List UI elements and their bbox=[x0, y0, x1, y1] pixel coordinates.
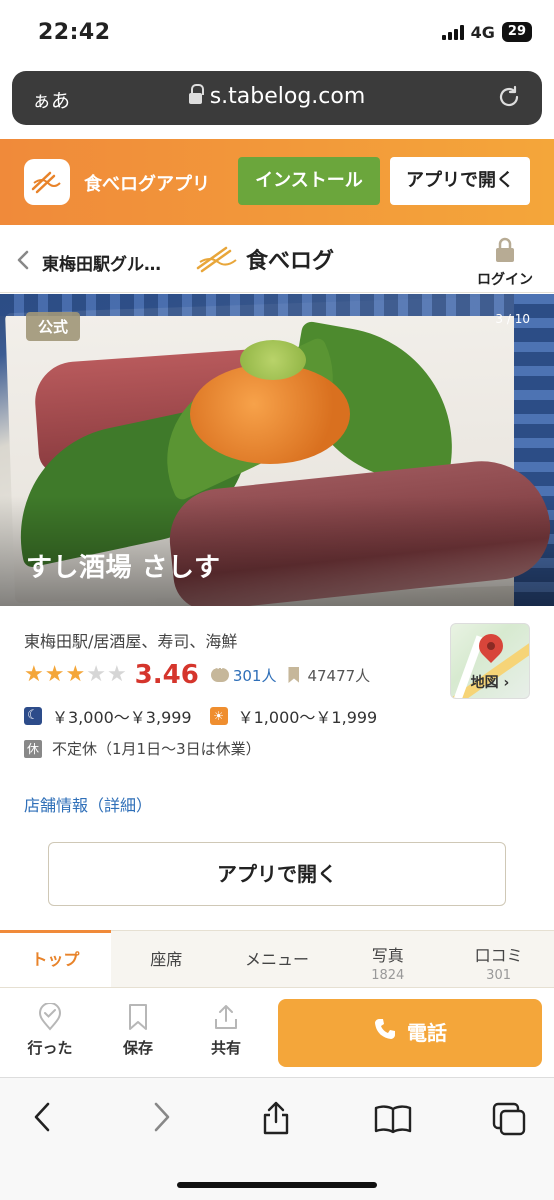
call-label: 電話 bbox=[407, 1021, 447, 1045]
map-pin-icon bbox=[474, 629, 508, 663]
tab-menu[interactable]: メニュー bbox=[222, 931, 333, 987]
dinner-price: ￥3,000～￥3,999 bbox=[52, 708, 192, 727]
lock-icon bbox=[496, 237, 514, 262]
star-icon: ★ bbox=[44, 662, 65, 687]
star-rating: ★ ★ ★ ★ ★ bbox=[24, 664, 127, 686]
star-icon: ★ bbox=[86, 662, 106, 687]
rating-score: 3.46 bbox=[134, 660, 199, 690]
review-count-link[interactable]: 301人 bbox=[233, 665, 277, 686]
save-count: 47477人 bbox=[307, 666, 371, 685]
lunch-price: ￥1,000～￥1,999 bbox=[237, 708, 378, 727]
save-button[interactable]: 保存 bbox=[108, 1003, 168, 1058]
action-bar: 行った 保存 共有 電話 bbox=[0, 989, 554, 1077]
restaurant-name: すし酒場 さしす bbox=[26, 553, 221, 583]
hero-photo[interactable]: 公式 3 / 10 すし酒場 さしす bbox=[0, 294, 554, 606]
status-indicators: 4G 29 bbox=[441, 22, 532, 42]
photo-plate-rim bbox=[0, 294, 554, 316]
rating-row: ★ ★ ★ ★ ★ 3.46 301人 47477人 bbox=[24, 660, 370, 690]
app-banner: 食べログアプリ インストール アプリで開く bbox=[0, 139, 554, 225]
logo-text: 食べログ bbox=[246, 249, 335, 274]
app-name: 食べログアプリ bbox=[84, 174, 210, 195]
store-details-link[interactable]: 店舗情報（詳細） bbox=[24, 792, 152, 816]
reload-icon[interactable] bbox=[496, 84, 522, 114]
bookmark-icon bbox=[129, 1004, 147, 1030]
share-label: 共有 bbox=[210, 1039, 241, 1057]
comment-icon bbox=[210, 662, 229, 682]
tab-count: 301 bbox=[486, 968, 511, 983]
app-logo-icon bbox=[24, 159, 70, 205]
login-button[interactable]: ログイン bbox=[474, 237, 536, 289]
tab-bar: トップ 座席 メニュー 写真 1824 口コミ 301 bbox=[0, 930, 554, 988]
tab-label: トップ bbox=[31, 950, 80, 969]
tab-seats[interactable]: 座席 bbox=[111, 931, 222, 987]
back-arrow-icon[interactable] bbox=[30, 1100, 54, 1138]
back-chevron-icon[interactable] bbox=[16, 250, 30, 275]
signal-icon bbox=[441, 24, 464, 40]
battery-icon: 29 bbox=[501, 22, 532, 42]
share-sheet-icon[interactable] bbox=[260, 1100, 292, 1140]
tab-label: 座席 bbox=[150, 950, 183, 969]
tab-reviews[interactable]: 口コミ 301 bbox=[443, 931, 554, 987]
chopsticks-icon bbox=[196, 246, 237, 273]
browser-toolbar bbox=[0, 1077, 554, 1200]
home-indicator bbox=[177, 1182, 377, 1188]
tab-top[interactable]: トップ bbox=[0, 930, 111, 987]
genre-text: 東梅田駅/居酒屋、寿司、海鮮 bbox=[24, 632, 238, 651]
visited-button[interactable]: 行った bbox=[20, 1003, 80, 1058]
tabs-icon[interactable] bbox=[492, 1102, 526, 1140]
star-icon: ★ bbox=[106, 662, 127, 687]
map-label: 地図 › bbox=[470, 675, 510, 691]
tab-label: 口コミ bbox=[474, 946, 523, 965]
url-text: s.tabelog.com bbox=[209, 84, 366, 109]
url-display[interactable]: s.tabelog.com bbox=[12, 84, 542, 109]
restaurant-info: 東梅田駅/居酒屋、寿司、海鮮 ★ ★ ★ ★ ★ 3.46 301人 47477… bbox=[0, 606, 554, 928]
site-header: 東梅田駅グル… 食べログ ログイン bbox=[0, 229, 554, 293]
tab-count: 1824 bbox=[371, 968, 405, 983]
status-bar: 22:42 4G 29 bbox=[0, 0, 554, 62]
bookmark-icon bbox=[288, 667, 300, 683]
official-badge: 公式 bbox=[26, 312, 81, 341]
photo-counter: 3 / 10 bbox=[495, 312, 530, 326]
tab-label: メニュー bbox=[244, 950, 309, 969]
holiday-tag: 休 bbox=[24, 739, 42, 758]
photo-wasabi bbox=[240, 340, 306, 380]
tab-photos[interactable]: 写真 1824 bbox=[332, 931, 443, 987]
install-button[interactable]: インストール bbox=[238, 157, 380, 205]
holiday-text: 不定休（1月1日～3日は休業） bbox=[52, 740, 261, 758]
open-app-button[interactable]: アプリで開く bbox=[48, 842, 506, 906]
bookmarks-icon[interactable] bbox=[374, 1104, 412, 1138]
star-icon: ★ bbox=[65, 662, 86, 687]
phone-icon bbox=[373, 1001, 397, 1069]
status-time: 22:42 bbox=[38, 20, 111, 45]
breadcrumb[interactable]: 東梅田駅グル… bbox=[42, 250, 161, 275]
holiday-row: 休 不定休（1月1日～3日は休業） bbox=[24, 738, 261, 759]
share-button[interactable]: 共有 bbox=[196, 1003, 256, 1058]
call-button[interactable]: 電話 bbox=[278, 999, 542, 1067]
visited-label: 行った bbox=[27, 1039, 73, 1057]
star-icon: ★ bbox=[24, 662, 44, 687]
save-label: 保存 bbox=[122, 1039, 153, 1057]
login-label: ログイン bbox=[477, 272, 533, 288]
forward-arrow-icon[interactable] bbox=[150, 1100, 174, 1138]
sun-icon: ☀ bbox=[209, 707, 228, 725]
map-button[interactable]: 地図 › bbox=[450, 623, 530, 699]
map-marker-check-icon bbox=[38, 1003, 62, 1031]
address-bar[interactable]: ぁあ s.tabelog.com bbox=[12, 71, 542, 125]
moon-icon: ☾ bbox=[24, 707, 42, 725]
share-icon bbox=[215, 1005, 237, 1029]
lock-icon bbox=[188, 84, 204, 104]
price-row: ☾ ￥3,000～￥3,999 ☀ ￥1,000～￥1,999 bbox=[24, 704, 377, 728]
open-app-banner-button[interactable]: アプリで開く bbox=[390, 157, 530, 205]
network-label: 4G bbox=[470, 22, 495, 42]
tab-label: 写真 bbox=[371, 946, 404, 965]
tabelog-logo[interactable]: 食べログ bbox=[196, 243, 334, 275]
